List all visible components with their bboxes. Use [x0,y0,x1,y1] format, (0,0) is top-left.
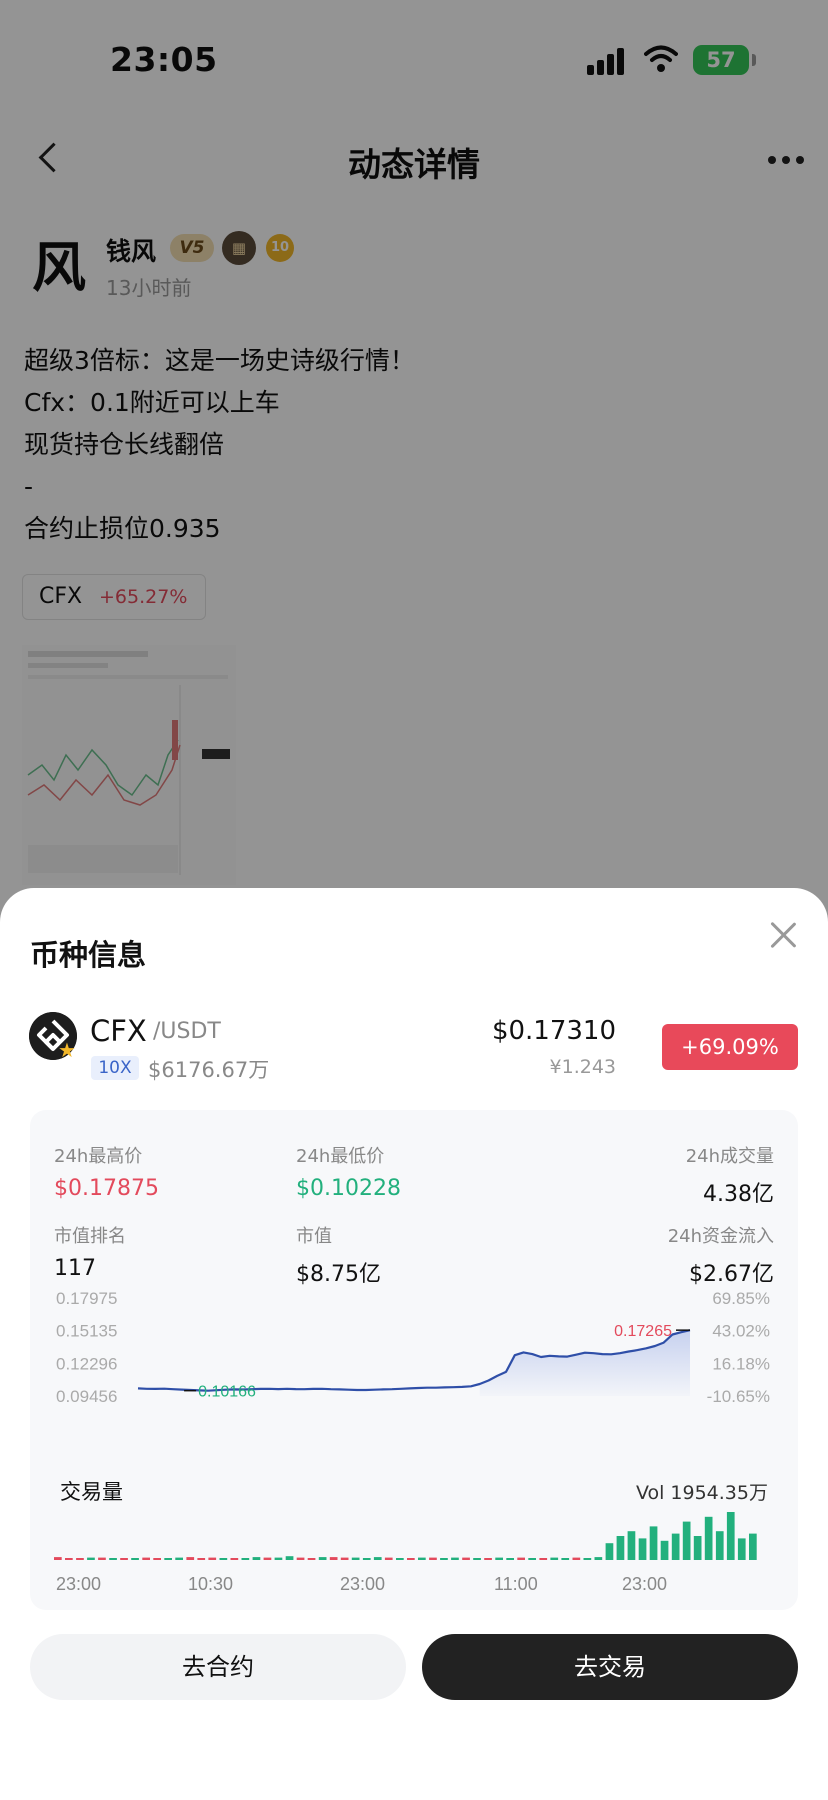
y-tick-label-left: 0.15135 [56,1322,117,1341]
volume-bar [351,1557,360,1560]
volume-bar [506,1558,514,1560]
coin-price-usd: $0.17310 [491,1016,616,1046]
volume-bar [627,1531,636,1560]
volume-bar [396,1558,404,1560]
volume-title: 交易量 [60,1480,123,1504]
volume-bar [98,1557,106,1560]
y-tick-label-right: 69.85% [712,1289,770,1308]
volume-bar [54,1557,62,1560]
volume-bar [208,1557,217,1560]
sheet-title: 币种信息 [30,938,147,972]
volume-bar [285,1556,294,1560]
favorite-star-icon[interactable]: ★ [58,1040,78,1060]
volume-bar [594,1557,603,1560]
volume-bar [715,1531,724,1560]
volume-bar [296,1557,305,1560]
volume-bar [484,1558,492,1560]
volume-bar [572,1557,581,1560]
volume-bar [384,1557,393,1560]
volume-bar [120,1558,128,1560]
volume-bar [638,1538,647,1560]
volume-bar [131,1558,139,1560]
y-tick-label-right: -10.65% [707,1387,770,1406]
volume-bar [561,1558,570,1560]
volume-bar [462,1557,470,1560]
volume-bar [539,1558,548,1560]
volume-bar [186,1557,195,1560]
coin-symbol: CFX [90,1014,147,1048]
volume-bar [671,1533,680,1560]
volume-bar [274,1557,283,1560]
volume-bar [682,1521,691,1560]
x-tick-label: 23:00 [622,1574,667,1594]
volume-bar [737,1538,746,1560]
volume-bar [373,1557,382,1560]
volume-bar [704,1516,713,1560]
volume-bar [693,1536,702,1560]
volume-bar [440,1558,448,1560]
price-chart[interactable]: 0.17975 0.15135 0.12296 0.09456 69.85% 43.02%… [30,1110,798,1610]
volume-bar [429,1557,437,1560]
volume-bar [362,1558,371,1560]
coin-info-sheet: 币种信息 ★ CFX /USDT 10X $6176.67万 $0.17310 … [0,888,828,1800]
volume-bar [65,1558,73,1560]
stats-card: 24h最高价 $0.17875 24h最低价 $0.10228 24h成交量 4… [30,1110,798,1610]
volume-bar [219,1558,228,1560]
volume-bar [583,1558,592,1560]
volume-bar [649,1526,658,1560]
y-tick-label-left: 0.17975 [56,1289,117,1308]
y-tick-label-right: 16.18% [712,1354,770,1373]
volume-bar [528,1558,536,1560]
volume-bar [109,1558,117,1560]
volume-bar [87,1557,95,1560]
volume-bar [263,1557,272,1560]
volume-bar [340,1557,349,1560]
y-tick-label-right: 43.02% [712,1322,770,1341]
volume-bar [329,1557,338,1560]
volume-bar [451,1557,459,1560]
volume-bar [616,1536,625,1560]
go-trade-button[interactable]: 去交易 [422,1634,798,1700]
volume-bar [175,1557,183,1560]
x-tick-label: 10:30 [188,1574,233,1594]
volume-bar [605,1543,614,1560]
volume-bar [76,1558,84,1560]
y-tick-label-left: 0.09456 [56,1387,117,1406]
low-annotation: 0.10166 [198,1384,256,1401]
volume-bar [142,1557,150,1560]
volume-bar [307,1558,316,1560]
coin-market-cap: $6176.67万 [148,1058,270,1082]
volume-bar [241,1558,250,1560]
volume-total: Vol 1954.35万 [635,1482,768,1504]
volume-bar [550,1557,559,1560]
volume-bar [517,1557,525,1560]
volume-bar [318,1557,327,1560]
volume-bar [749,1533,757,1560]
volume-bar [164,1558,172,1560]
volume-bar [407,1558,415,1560]
volume-bar [230,1558,239,1560]
coin-price-cny: ¥1.243 [549,1056,616,1078]
high-annotation: 0.17265 [614,1323,672,1340]
volume-bar [495,1557,503,1560]
volume-bar [418,1557,426,1560]
volume-bar [197,1558,206,1560]
y-tick-label-left: 0.12296 [56,1354,117,1373]
volume-bar [153,1558,161,1560]
price-change-badge: +69.09% [662,1024,798,1070]
go-contract-button[interactable]: 去合约 [30,1634,406,1700]
x-tick-label: 11:00 [494,1574,538,1594]
x-tick-label: 23:00 [340,1574,385,1594]
x-tick-label: 23:00 [56,1574,101,1594]
volume-bar [660,1540,669,1560]
leverage-badge: 10X [91,1056,139,1080]
volume-bar [473,1558,481,1560]
volume-bar [726,1512,735,1560]
close-icon[interactable] [766,918,800,952]
volume-bar [252,1557,261,1560]
coin-pair: /USDT [153,1019,221,1044]
